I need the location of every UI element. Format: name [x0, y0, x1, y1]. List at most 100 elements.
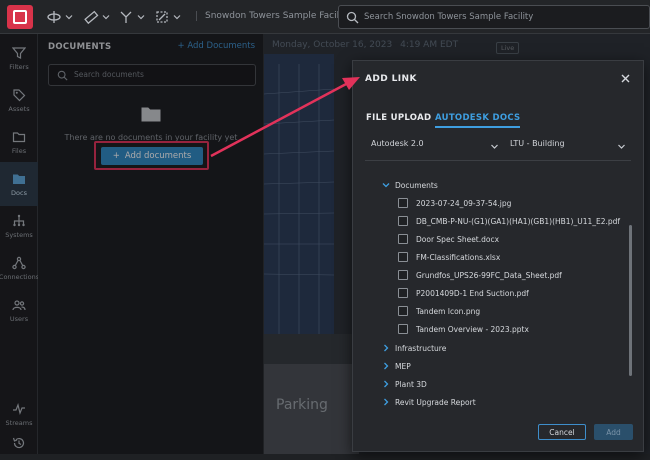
nav-item-systems[interactable]: Systems: [0, 204, 38, 248]
live-badge[interactable]: Live: [496, 42, 520, 54]
tag-icon: [13, 88, 26, 101]
nav-item-filters[interactable]: Filters: [0, 36, 38, 80]
facility-name: Snowdon Towers Sample Facility: [196, 11, 350, 21]
file-row[interactable]: Tandem Overview - 2023.pptx: [398, 321, 529, 337]
tree-folder-plant-3d[interactable]: Plant 3D: [381, 376, 427, 392]
chevron-down-icon: [173, 15, 181, 20]
app-logo[interactable]: [7, 5, 33, 29]
folder-label: Documents: [395, 180, 438, 190]
nav-item-history[interactable]: [0, 426, 38, 460]
orbit-icon: [47, 11, 61, 23]
nav-item-assets[interactable]: Assets: [0, 78, 38, 122]
nav-label: Files: [11, 146, 27, 155]
file-row[interactable]: 2023-07-24_09-37-54.jpg: [398, 195, 511, 211]
ruler-icon: [84, 10, 99, 25]
cancel-button[interactable]: Cancel: [538, 424, 586, 440]
chevron-right-icon: [384, 380, 389, 388]
dialog-title: ADD LINK: [365, 74, 417, 84]
file-row[interactable]: Tandem Icon.png: [398, 303, 480, 319]
file-row[interactable]: Grundfos_UPS26-99FC_Data_Sheet.pdf: [398, 267, 562, 283]
chevron-down-icon: [102, 15, 110, 20]
file-row[interactable]: P2001409D-1 End Suction.pdf: [398, 285, 529, 301]
orbit-tool-button[interactable]: [46, 8, 73, 26]
file-checkbox[interactable]: [398, 234, 408, 244]
plus-icon: +: [112, 151, 120, 161]
facility-search-input[interactable]: Search Snowdon Towers Sample Facility: [338, 5, 650, 29]
empty-folder-icon: [141, 107, 161, 122]
nav-label: Connections: [0, 272, 40, 281]
file-checkbox[interactable]: [398, 216, 408, 226]
chevron-down-icon: [65, 15, 73, 20]
box-select-icon: [156, 11, 168, 23]
close-icon[interactable]: [620, 73, 631, 84]
tree-folder-documents[interactable]: Documents: [381, 177, 438, 193]
project-select[interactable]: LTU - Building: [510, 139, 626, 155]
tree-scrollbar[interactable]: [629, 225, 632, 376]
chevron-right-icon: [384, 398, 389, 406]
measure-tool-button[interactable]: [83, 8, 110, 26]
left-nav: Filters Assets Files Docs Systems Connec…: [0, 34, 40, 454]
add-documents-link[interactable]: + Add Documents: [178, 41, 255, 51]
logo-mark-icon: [13, 10, 27, 24]
file-checkbox[interactable]: [398, 324, 408, 334]
file-row[interactable]: Door Spec Sheet.docx: [398, 231, 499, 247]
add-button[interactable]: Add: [594, 424, 633, 440]
tree-folder-mep[interactable]: MEP: [381, 358, 411, 374]
explode-tool-button[interactable]: [154, 8, 181, 26]
file-name: Door Spec Sheet.docx: [416, 234, 500, 244]
file-checkbox[interactable]: [398, 198, 408, 208]
search-icon: [57, 70, 68, 81]
folder-label: Plant 3D: [395, 379, 427, 389]
tree-folder-revit-upgrade-report[interactable]: Revit Upgrade Report: [381, 394, 476, 410]
file-name: Tandem Icon.png: [416, 306, 481, 316]
chevron-down-icon: [491, 144, 498, 149]
documents-panel: DOCUMENTS + Add Documents Search documen…: [38, 34, 264, 454]
document-search-placeholder: Search documents: [74, 70, 144, 79]
tree-folder-infrastructure[interactable]: Infrastructure: [381, 340, 446, 356]
parking-sign: Parking: [276, 397, 328, 413]
file-row[interactable]: FM-Classifications.xlsx: [398, 249, 500, 265]
top-bar: Snowdon Towers Sample Facility Search Sn…: [0, 0, 650, 34]
timeline-time: 4:19 AM EDT: [400, 40, 459, 50]
nav-item-users[interactable]: Users: [0, 288, 38, 332]
file-checkbox[interactable]: [398, 252, 408, 262]
connections-icon: [12, 256, 26, 269]
nav-label: Users: [9, 314, 29, 323]
add-link-dialog: ADD LINK FILE UPLOAD AUTODESK DOCS Autod…: [352, 60, 644, 452]
chevron-down-icon: [382, 183, 390, 188]
file-name: Tandem Overview - 2023.pptx: [416, 324, 529, 334]
section-tool-button[interactable]: [118, 8, 145, 26]
docs-icon: [13, 174, 25, 184]
users-icon: [12, 299, 26, 310]
file-checkbox[interactable]: [398, 270, 408, 280]
timeline-bar[interactable]: Monday, October 16, 2023 4:19 AM EDT: [272, 40, 463, 50]
folder-label: MEP: [395, 361, 411, 371]
facility-search-placeholder: Search Snowdon Towers Sample Facility: [364, 12, 534, 22]
add-documents-button[interactable]: + Add documents: [101, 147, 203, 165]
document-search-input[interactable]: Search documents: [48, 64, 256, 86]
hub-select[interactable]: Autodesk 2.0: [371, 139, 499, 155]
timeline-date: Monday, October 16, 2023: [272, 40, 393, 50]
divider: [365, 160, 631, 161]
tab-file-upload[interactable]: FILE UPLOAD: [366, 113, 431, 126]
file-checkbox[interactable]: [398, 306, 408, 316]
nav-label: Docs: [11, 188, 27, 197]
file-name: Grundfos_UPS26-99FC_Data_Sheet.pdf: [416, 270, 562, 280]
chevron-down-icon: [618, 144, 625, 149]
file-row[interactable]: DB_CMB-P-NU-(G1)(GA1)(HA1)(GB1)(HB1)_U11…: [398, 213, 620, 229]
filter-icon: [12, 46, 26, 59]
folder-icon: [12, 131, 26, 142]
nav-item-docs[interactable]: Docs: [0, 162, 38, 206]
nav-item-connections[interactable]: Connections: [0, 246, 40, 290]
folder-tree: Documents 2023-07-24_09-37-54.jpg DB_CMB…: [365, 176, 635, 416]
nav-label: Systems: [5, 230, 33, 239]
folder-label: Infrastructure: [395, 343, 447, 353]
nav-item-files[interactable]: Files: [0, 120, 38, 164]
streams-icon: [13, 402, 25, 415]
file-checkbox[interactable]: [398, 288, 408, 298]
file-name: FM-Classifications.xlsx: [416, 252, 501, 262]
hub-select-value: Autodesk 2.0: [371, 139, 424, 148]
documents-title: DOCUMENTS: [48, 42, 112, 52]
tab-autodesk-docs[interactable]: AUTODESK DOCS: [435, 113, 521, 128]
hierarchy-icon: [13, 214, 25, 226]
